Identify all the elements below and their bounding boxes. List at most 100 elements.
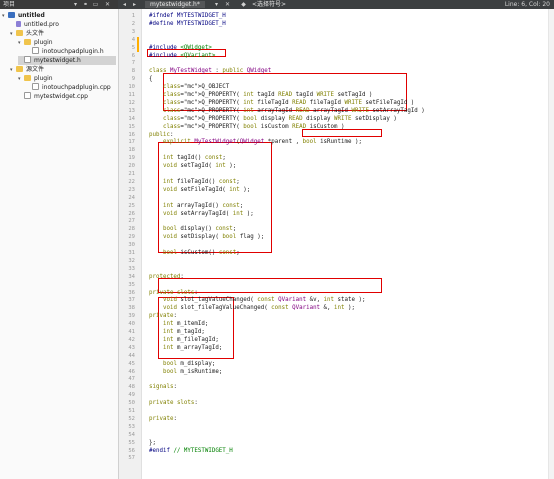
line-number: 31 bbox=[128, 250, 135, 256]
line-number: 26 bbox=[128, 210, 135, 217]
tree-item[interactable]: mytestwidget.cpp bbox=[18, 92, 116, 101]
code-line[interactable]: #endif // MYTESTWIDGET_H bbox=[149, 448, 233, 454]
vertical-scrollbar[interactable] bbox=[548, 9, 554, 479]
code-line[interactable]: class="mc">Q_OBJECT bbox=[149, 84, 229, 90]
close-panel-icon[interactable]: ✕ bbox=[104, 1, 111, 8]
line-number: 44 bbox=[128, 352, 135, 359]
code-line[interactable]: int tagId() const; bbox=[149, 155, 226, 161]
code-line[interactable]: int m_arrayTagId; bbox=[149, 345, 222, 351]
tree-item[interactable]: inotouchpadplugin.cpp bbox=[26, 83, 116, 92]
line-number-gutter: 1 2 3 4 5 6 7 8 9 10 11 12 13 14 15 16 17 18 19 20 21 22 23 24 2… bbox=[119, 9, 142, 479]
code-line[interactable]: void slot_fileTagValueChanged( const QVa… bbox=[149, 305, 355, 311]
line-number: 18 bbox=[128, 147, 135, 154]
line-number: 57 bbox=[128, 455, 135, 462]
code-line[interactable]: private slots: bbox=[149, 290, 198, 296]
line-number: 48 bbox=[128, 384, 135, 391]
line-number: 46 bbox=[128, 368, 135, 375]
code-line[interactable]: { bbox=[149, 76, 153, 82]
split-icon[interactable]: ▭ bbox=[92, 1, 99, 8]
code-line[interactable]: private: bbox=[149, 416, 177, 422]
code-line[interactable]: signals: bbox=[149, 384, 177, 390]
tree-item[interactable]: untitled.pro bbox=[10, 20, 116, 29]
tree-item[interactable]: ▾ plugin bbox=[18, 38, 116, 47]
line-number: 17 bbox=[128, 139, 135, 146]
code-editor[interactable]: #ifndef MYTESTWIDGET_H #define MYTESTWIDG… bbox=[142, 9, 554, 479]
line-number: 11 bbox=[128, 92, 135, 98]
code-line[interactable]: explicit MyTestWidget(QWidget *parent , … bbox=[149, 139, 362, 145]
code-line[interactable]: class="mc">Q_PROPERTY( int arrayTagId RE… bbox=[149, 108, 425, 114]
code-line[interactable]: void slot_tagValueChanged( const QVarian… bbox=[149, 297, 365, 303]
open-file-tab[interactable]: mytestwidget.h* bbox=[145, 1, 205, 8]
code-line[interactable]: private slots: bbox=[149, 400, 198, 406]
cursor-position: Line: 6, Col: 20 bbox=[504, 1, 550, 8]
code-line[interactable]: class MyTestWidget : public QWidget bbox=[149, 68, 271, 74]
line-number: 12 bbox=[128, 99, 135, 106]
symbol-selector[interactable]: <选择符号> bbox=[252, 1, 286, 8]
code-line[interactable]: #define MYTESTWIDGET_H bbox=[149, 21, 226, 27]
line-number: 9 bbox=[131, 76, 135, 83]
tree-item[interactable]: ▾ untitled bbox=[2, 11, 116, 20]
nav-forward-icon[interactable]: ▸ bbox=[131, 1, 138, 8]
line-number: 53 bbox=[128, 423, 135, 430]
line-number: 30 bbox=[128, 242, 135, 249]
code-line[interactable]: class="mc">Q_PROPERTY( bool isCustom REA… bbox=[149, 124, 345, 130]
line-number: 5 bbox=[131, 44, 135, 51]
line-number: 21 bbox=[128, 171, 135, 177]
tree-item[interactable]: mytestwidget.h bbox=[18, 56, 116, 65]
code-line[interactable]: int m_tagId; bbox=[149, 329, 205, 335]
code-line[interactable]: #include <QWidget> bbox=[149, 45, 212, 51]
line-number: 32 bbox=[128, 257, 135, 264]
file-dropdown-icon[interactable]: ▾ bbox=[213, 1, 220, 8]
line-number: 52 bbox=[128, 415, 135, 422]
code-line[interactable]: int m_itemId; bbox=[149, 321, 208, 327]
tree-item[interactable]: ▾ 头文件 bbox=[10, 29, 116, 38]
code-line[interactable]: bool display() const; bbox=[149, 226, 236, 232]
folder-icon bbox=[16, 30, 23, 36]
code-line[interactable]: bool m_display; bbox=[149, 361, 215, 367]
line-number: 2 bbox=[131, 20, 135, 27]
code-line[interactable]: void setArrayTagId( int ); bbox=[149, 211, 254, 217]
close-file-icon[interactable]: ✕ bbox=[224, 1, 231, 8]
code-line[interactable]: int m_fileTagId; bbox=[149, 337, 219, 343]
nav-back-icon[interactable]: ◂ bbox=[121, 1, 128, 8]
line-number: 40 bbox=[128, 321, 135, 328]
line-number: 13 bbox=[128, 107, 135, 114]
code-line[interactable]: }; bbox=[149, 440, 156, 446]
code-line[interactable]: #ifndef MYTESTWIDGET_H bbox=[149, 13, 226, 19]
filter-icon[interactable]: ▾ bbox=[72, 1, 79, 8]
code-line[interactable]: bool m_isRuntime; bbox=[149, 369, 222, 375]
code-line[interactable]: #include <QVariant> bbox=[149, 53, 215, 59]
tree-item-label: inotouchpadplugin.cpp bbox=[42, 84, 111, 91]
line-number: 7 bbox=[131, 60, 135, 67]
project-tree: ▾ untitled untitled.pro ▾ 头文件 ▾ plugin inotouch… bbox=[0, 9, 119, 479]
code-line[interactable]: class="mc">Q_PROPERTY( int tagId READ ta… bbox=[149, 92, 372, 98]
line-number: 8 bbox=[131, 68, 135, 75]
code-line[interactable]: bool isCustom() const; bbox=[149, 250, 240, 256]
line-number: 23 bbox=[128, 186, 135, 193]
tree-item[interactable]: inotouchpadplugin.h bbox=[26, 47, 116, 56]
line-number: 37 bbox=[128, 297, 135, 304]
line-number: 42 bbox=[128, 336, 135, 343]
code-line[interactable]: private: bbox=[149, 313, 177, 319]
code-line[interactable]: int arrayTagId() const; bbox=[149, 203, 243, 209]
code-line[interactable]: class="mc">Q_PROPERTY( bool display READ… bbox=[149, 116, 397, 122]
code-line[interactable]: public: bbox=[149, 132, 173, 138]
project-panel-header: 项目 ▾ ⚭ ▭ ✕ bbox=[0, 0, 118, 9]
link-icon[interactable]: ⚭ bbox=[82, 1, 89, 8]
code-line[interactable]: void setTagId( int ); bbox=[149, 163, 236, 169]
line-number: 20 bbox=[128, 163, 135, 170]
line-number: 29 bbox=[128, 234, 135, 241]
tree-item[interactable]: ▾ plugin bbox=[18, 74, 116, 83]
line-number: 4 bbox=[131, 36, 135, 43]
code-line[interactable]: void setFileTagId( int ); bbox=[149, 187, 250, 193]
code-line[interactable]: int fileTagId() const; bbox=[149, 179, 240, 185]
line-number: 10 bbox=[128, 84, 135, 91]
code-line[interactable]: protected: bbox=[149, 274, 184, 280]
tree-item-label: plugin bbox=[34, 75, 53, 82]
tree-item[interactable]: ▾ 源文件 bbox=[10, 65, 116, 74]
line-number: 35 bbox=[128, 281, 135, 288]
code-line[interactable]: void setDisplay( bool flag ); bbox=[149, 234, 264, 240]
tree-item-label: inotouchpadplugin.h bbox=[42, 48, 104, 55]
tree-item-label: untitled bbox=[18, 12, 45, 19]
code-line[interactable]: class="mc">Q_PROPERTY( int fileTagId REA… bbox=[149, 100, 414, 106]
